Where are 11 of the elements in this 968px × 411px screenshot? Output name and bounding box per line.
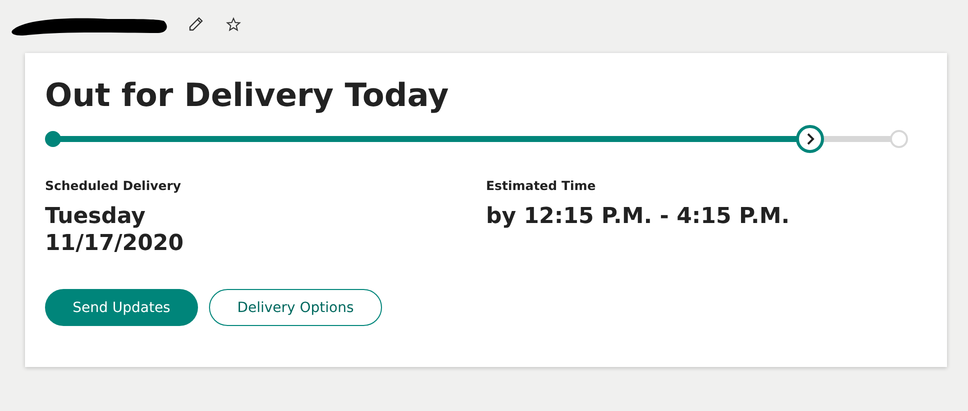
detail-label: Estimated Time	[486, 178, 597, 193]
start-dot	[45, 131, 61, 147]
send-updates-button[interactable]: Send Updates	[45, 289, 198, 326]
detail-value: 11/17/2020	[45, 230, 185, 257]
edit-icon[interactable]	[188, 16, 204, 32]
detail-label: Scheduled Delivery	[45, 178, 182, 193]
delivery-options-button[interactable]: Delivery Options	[209, 289, 382, 326]
status-title: Out for Delivery Today	[45, 75, 450, 115]
star-icon[interactable]	[226, 16, 241, 32]
detail-value: by 12:15 P.M. - 4:15 P.M.	[486, 203, 791, 230]
detail-value: Tuesday	[45, 203, 147, 230]
